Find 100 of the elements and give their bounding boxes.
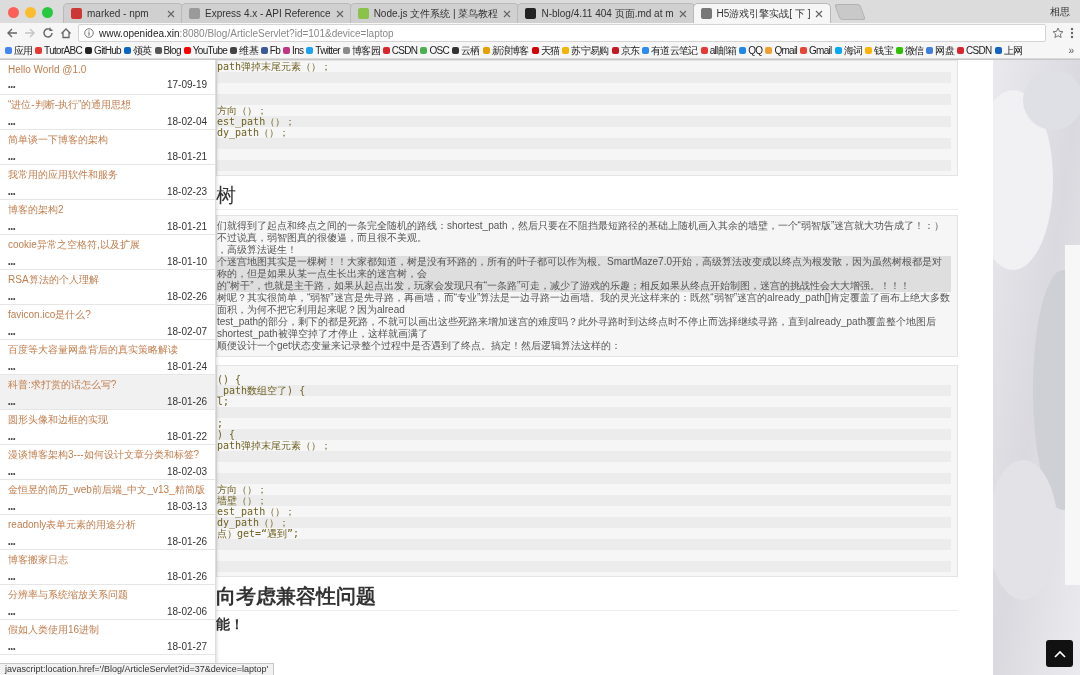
bookmark-item[interactable]: 微信 <box>894 43 925 58</box>
close-icon[interactable] <box>503 9 512 18</box>
scroll-top-button[interactable] <box>1046 640 1073 667</box>
bookmark-item[interactable]: 维基 <box>228 43 260 58</box>
bookmark-item[interactable]: 云栖 <box>450 43 482 58</box>
code-line: path弹掉末尾元素（）； <box>217 440 332 451</box>
bookmark-item[interactable]: 苏宁易购 <box>560 43 611 58</box>
bookmark-item[interactable]: Ins <box>281 45 305 56</box>
bookmark-item[interactable]: CSDN <box>955 45 994 56</box>
article-title[interactable]: 分辨率与系统缩放关系问题 <box>8 587 207 602</box>
code-line: path弹掉末尾元素（）； <box>217 61 332 72</box>
bookmark-item[interactable]: Fb <box>259 45 282 56</box>
bookmark-item[interactable]: 博客园 <box>341 43 382 58</box>
section-heading: 向考虑兼容性问题 <box>216 583 958 611</box>
code-line: _path数组空了) { <box>217 385 306 396</box>
chevron-up-icon <box>1053 649 1066 658</box>
article-title[interactable]: 百度等大容量网盘背后的真实策略解读 <box>8 342 207 357</box>
reload-icon[interactable] <box>42 27 54 39</box>
code-line: () { <box>217 374 242 385</box>
profile-name[interactable]: 相思 <box>1050 4 1070 19</box>
article-date: 18-01-24 <box>166 360 207 372</box>
code-line: 墙壁（）； <box>217 495 267 506</box>
bookmark-item[interactable]: 应用 <box>3 43 34 58</box>
article-title[interactable]: 我常用的应用软件和服务 <box>8 167 207 182</box>
back-icon[interactable] <box>6 27 18 39</box>
bookmark-item[interactable]: 领英 <box>122 43 154 58</box>
paragraph-text: 个迷宫地图其实是一棵树！！大家都知道，树是没有环路的，所有的叶子都可以作为根。SmartMaze7.0开始，高级算法改变成以终点为根发散，因为虽然树根都是对称的，但是如果从某一点生长出来的迷宫树，会 <box>217 256 951 280</box>
bookmark-item[interactable]: OSC <box>418 45 451 56</box>
close-icon[interactable] <box>815 9 824 18</box>
paragraph-text: 顺便设计一个get状态变量来记录整个过程中是否遇到了终点。搞定！然后逻辑算法这样的： <box>217 340 622 352</box>
code-line: ) { <box>217 429 236 440</box>
article-date: 18-01-10 <box>166 255 207 267</box>
article-title[interactable]: 圆形头像和边框的实现 <box>8 412 207 427</box>
close-icon[interactable] <box>678 9 687 18</box>
close-icon[interactable] <box>335 9 344 18</box>
bookmark-item[interactable]: Blog <box>153 45 183 56</box>
bookmark-item[interactable]: 钱宝 <box>863 43 895 58</box>
article-date: 18-02-26 <box>166 290 207 302</box>
bookmark-item[interactable]: Twitter <box>304 45 342 56</box>
bookmark-item[interactable]: Qmail <box>763 45 799 56</box>
star-icon[interactable] <box>1052 27 1064 39</box>
article-date: 18-01-26 <box>166 395 207 407</box>
code-line: ; <box>217 418 224 429</box>
info-icon <box>84 28 94 38</box>
article-title[interactable]: favicon.ico是什么? <box>8 307 207 322</box>
article-title[interactable]: 简单谈一下博客的架构 <box>8 132 207 147</box>
bookmark-item[interactable]: 有道云笔记 <box>640 43 700 58</box>
article-date: 18-01-22 <box>166 430 207 442</box>
article-date: 18-02-03 <box>166 465 207 477</box>
article-title[interactable]: “进位-判断-执行”的通用思想 <box>8 97 207 112</box>
article-title[interactable]: 假如人类使用16进制 <box>8 622 207 637</box>
article-title[interactable]: 博客搬家日志 <box>8 552 207 567</box>
bookmark-item[interactable]: GitHub <box>83 45 123 56</box>
close-button[interactable] <box>8 6 19 18</box>
bookmark-item[interactable]: 京东 <box>610 43 641 58</box>
code-line: 方向（）； <box>217 105 267 116</box>
browser-tab[interactable]: marked - npm <box>63 3 183 23</box>
browser-tab[interactable]: N-blog/4.11 404 页面.md at m <box>517 3 695 23</box>
code-line: est_path（）； <box>217 506 296 517</box>
code-line: dy_path（）； <box>217 127 290 138</box>
article-date: 18-02-07 <box>166 325 207 337</box>
bookmark-item[interactable]: 新浪博客 <box>481 43 531 58</box>
bookmark-item[interactable]: YouTube <box>182 45 229 56</box>
article-date: 17-09-19 <box>166 79 207 90</box>
paragraph-text: 们就得到了起点和终点之间的一条完全随机的路线：shortest_path，然后只要在不阻挡最短路径的基础上随机画入其余的墙壁，一个“弱智版”迷宫就大功告成了！：）不过说真，弱智图真的很傻逼，而且很不美观。 <box>217 220 946 244</box>
bookmark-item[interactable]: TutorABC <box>33 45 84 56</box>
bookmark-item[interactable]: Gmail <box>798 45 834 56</box>
paragraph-text: test_path的部分，剩下的都是死路，不就可以画出这些死路来增加迷宫的难度吗？此外寻路时到达终点时不停止而选择继续寻路，直到already_path覆盖整个地图后shortest_path被弹空掉了才停止，这样就画满了 <box>217 316 937 340</box>
article-date: 18-01-26 <box>166 570 207 582</box>
close-icon[interactable] <box>167 9 175 18</box>
article-title[interactable]: readonly表单元素的用途分析 <box>8 517 207 532</box>
article-title[interactable]: cookie异常之空格符,以及扩展 <box>8 237 207 252</box>
paragraph-text: 的“树干”，也就是主干路，如果从起点出发，玩家会发现只有“一条路”可走，减少了游戏的乐趣；相反如果从终点开始制图，迷宫的挑战性会大大增强。！！！ <box>217 280 951 292</box>
article-date: 18-01-26 <box>166 535 207 547</box>
bookmark-item[interactable]: 网盘 <box>924 43 956 58</box>
article-title[interactable]: RSA算法的个人理解 <box>8 272 207 287</box>
bookmark-item[interactable]: 上网 <box>993 43 1024 58</box>
more-bookmarks-button[interactable]: » <box>1065 45 1077 56</box>
article-title[interactable]: 漫谈博客架构3---如何设计文章分类和标签? <box>8 447 207 462</box>
home-icon[interactable] <box>60 27 72 39</box>
article-date: 18-02-06 <box>166 605 207 617</box>
article-title[interactable]: Hello World @1.0 <box>8 64 207 75</box>
address-field[interactable]: www.openidea.xin:8080/Blog/ArticleServlet?id=101&device=laptop <box>78 24 1046 42</box>
bookmark-item[interactable]: 海词 <box>833 43 864 58</box>
code-line: est_path（）； <box>217 116 296 127</box>
menu-icon[interactable] <box>1070 27 1074 39</box>
bookmark-item[interactable]: QQ <box>737 45 764 56</box>
article-title[interactable]: 博客的架构2 <box>8 202 207 217</box>
browser-tab[interactable]: Express 4.x - API Reference <box>181 3 352 23</box>
article-date: 18-01-21 <box>166 220 207 232</box>
article-date: 18-03-13 <box>166 500 207 512</box>
paragraph-text: ，高级算法诞生！ <box>217 244 298 256</box>
code-line: 方向（）； <box>217 484 267 495</box>
browser-tab[interactable]: Node.js 文件系统 | 菜鸟教程 <box>349 3 520 23</box>
bookmark-item[interactable]: all邮箱 <box>699 43 738 58</box>
article-title[interactable]: 金恒昱的简历_web前后端_中文_v13_精简版 <box>8 482 207 497</box>
article-date: 18-02-04 <box>166 115 207 127</box>
browser-tab[interactable]: H5游戏引擎实战[ 下 ] <box>692 3 832 23</box>
bookmark-item[interactable]: CSDN <box>381 45 419 56</box>
bookmark-item[interactable]: 天猫 <box>530 43 561 58</box>
